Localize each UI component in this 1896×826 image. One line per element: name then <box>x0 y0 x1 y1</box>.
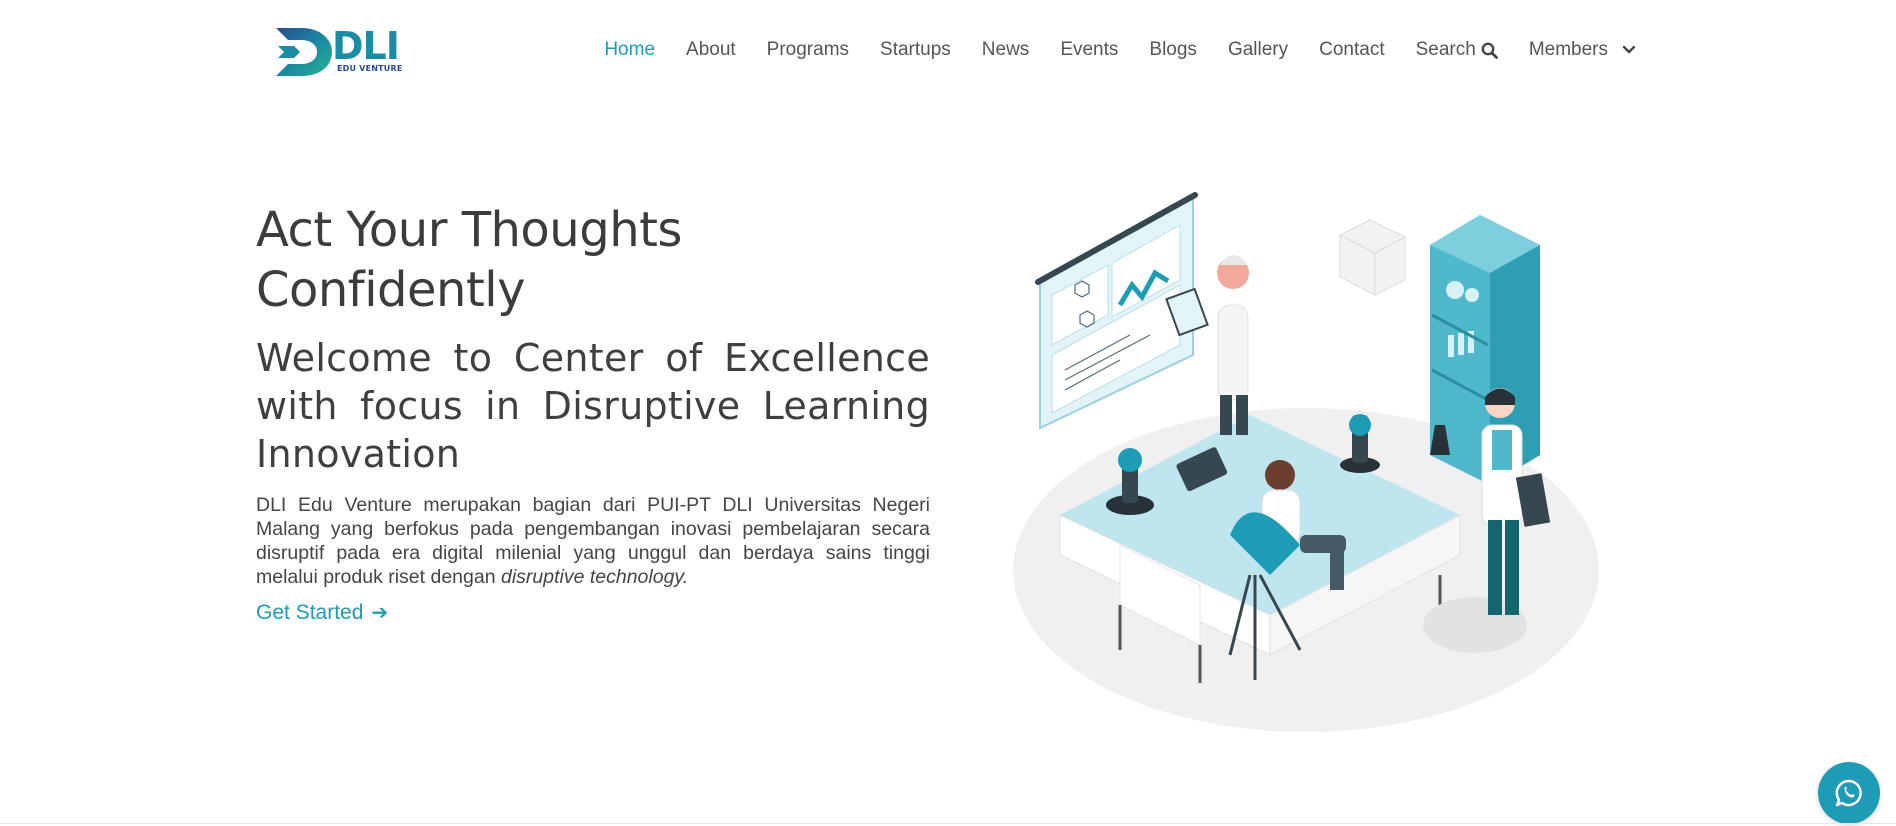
nav-blogs[interactable]: Blogs <box>1149 39 1197 61</box>
nav-programs[interactable]: Programs <box>767 39 849 61</box>
hero-subtitle: Welcome to Center of Excellence with foc… <box>256 336 930 476</box>
get-started-label: Get Started <box>256 600 364 624</box>
site-header: DLI EDU VENTURE Home About Programs Star… <box>0 0 1896 100</box>
whatsapp-icon <box>1835 779 1862 807</box>
arrow-right-icon: ➔ <box>371 602 389 624</box>
hero-description: DLI Edu Venture merupakan bagian dari PU… <box>256 493 930 589</box>
nav-search[interactable]: Search <box>1416 39 1498 61</box>
logo-mark-icon <box>276 28 332 76</box>
hero-description-emphasis: disruptive technology. <box>500 566 689 588</box>
nav-search-label: Search <box>1415 39 1476 60</box>
nav-contact[interactable]: Contact <box>1319 39 1384 61</box>
hero-title: Act Your Thoughts Confidently <box>256 202 682 318</box>
nav-about[interactable]: About <box>686 39 736 61</box>
nav-members-dropdown[interactable]: Members <box>1529 39 1640 61</box>
nav-events[interactable]: Events <box>1060 39 1118 61</box>
nav-members-label: Members <box>1528 39 1608 60</box>
get-started-button[interactable]: Get Started ➔ <box>256 600 388 625</box>
nav-startups[interactable]: Startups <box>880 39 951 61</box>
hero-text: Act Your Thoughts Confidently Welcome to… <box>256 200 930 625</box>
nav-gallery[interactable]: Gallery <box>1228 39 1288 61</box>
logo-tagline: EDU VENTURE <box>337 64 403 73</box>
site-logo[interactable]: DLI EDU VENTURE <box>272 26 402 78</box>
nav-news[interactable]: News <box>982 39 1030 61</box>
logo-wordmark: DLI <box>332 24 400 68</box>
nav-home[interactable]: Home <box>604 39 655 61</box>
laboratory-illustration <box>1013 192 1599 732</box>
whatsapp-chat-button[interactable] <box>1818 762 1880 824</box>
main-nav: Home About Programs Startups News Events… <box>573 36 1640 64</box>
section-divider <box>0 823 1896 824</box>
storage-boxes <box>1338 219 1407 296</box>
search-icon <box>1481 42 1498 59</box>
chevron-down-icon <box>1622 45 1636 54</box>
